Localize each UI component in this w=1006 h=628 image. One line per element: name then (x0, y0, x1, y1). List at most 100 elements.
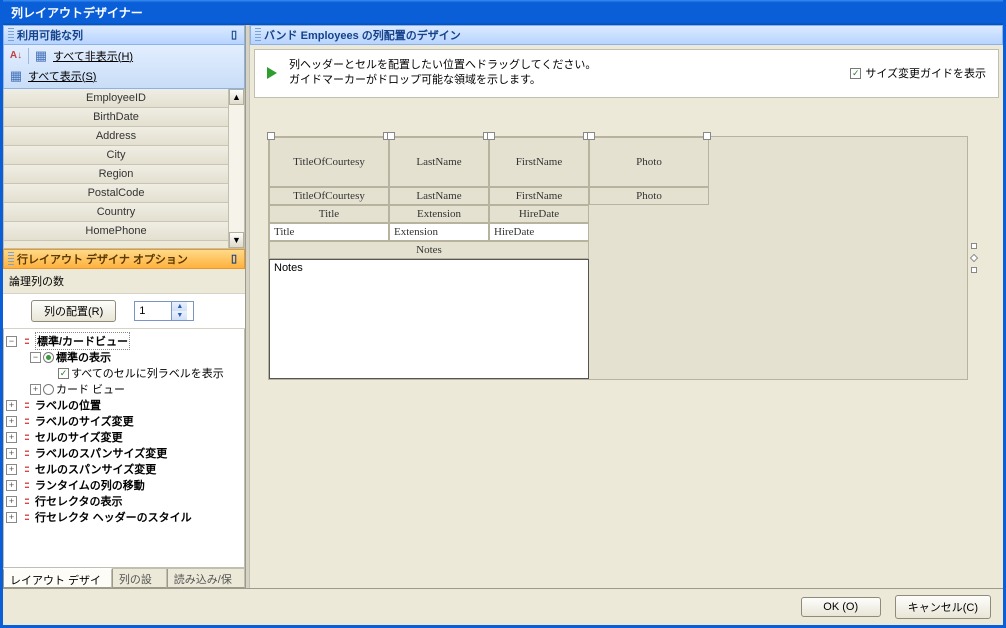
ok-button[interactable]: OK (O) (801, 597, 881, 617)
play-icon (267, 67, 277, 79)
column-count-spinner[interactable]: ▲ ▼ (134, 301, 194, 321)
column-item[interactable]: HomePhone (4, 222, 228, 241)
show-all-link[interactable]: すべて表示(S) (28, 68, 96, 84)
tab-load-save[interactable]: 読み込み/保存 (167, 569, 245, 588)
design-canvas[interactable]: TitleOfCourtesy LastName FirstName Photo… (254, 102, 999, 584)
tree-expand-icon[interactable]: + (6, 416, 17, 427)
spin-up-icon[interactable]: ▲ (171, 302, 187, 311)
list-icon: ::: (19, 415, 33, 427)
tree-item-label: セルのサイズ変更 (35, 429, 123, 445)
label-photo[interactable]: Photo (589, 187, 709, 205)
grid-icon: ▦ (33, 48, 49, 64)
list-icon: ::: (19, 479, 33, 491)
label-row-2: Title Extension HireDate (269, 205, 967, 223)
tree-item[interactable]: +:::セルのサイズ変更 (6, 429, 242, 445)
pin-icon[interactable]: ▯ (228, 253, 240, 265)
list-icon: ::: (19, 335, 33, 347)
card-view-label[interactable]: カード ビュー (56, 381, 125, 397)
tree-expand-icon[interactable]: + (6, 432, 17, 443)
tree-expand-icon[interactable]: + (6, 400, 17, 411)
checkbox-on-icon[interactable]: ✓ (58, 368, 69, 379)
scroll-up-button[interactable]: ▲ (229, 89, 244, 105)
tab-layout-design[interactable]: レイアウト デザイン (3, 568, 112, 588)
radio-on-icon[interactable] (43, 352, 54, 363)
column-item[interactable]: Country (4, 203, 228, 222)
tree-expand-icon[interactable]: + (6, 512, 17, 523)
checkbox-on-icon[interactable]: ✓ (850, 68, 861, 79)
input-extension[interactable]: Extension (389, 223, 489, 241)
hide-all-link[interactable]: すべて非表示(H) (53, 48, 133, 64)
tree-expand-icon[interactable]: + (6, 448, 17, 459)
column-scrollbar[interactable]: ▲ ▼ (228, 89, 244, 248)
tree-expand-icon[interactable]: + (6, 496, 17, 507)
main-splitter: 利用可能な列 ▯ A↓ ▦ すべて非表示(H) ▦ (3, 25, 1003, 589)
left-pane: 利用可能な列 ▯ A↓ ▦ すべて非表示(H) ▦ (3, 25, 246, 588)
input-title[interactable]: Title (269, 223, 389, 241)
tree-root-label[interactable]: 標準/カードビュー (35, 332, 130, 350)
tree-expand-icon[interactable]: + (6, 464, 17, 475)
notes-label-row: Notes (269, 241, 967, 259)
label-lastname[interactable]: LastName (389, 187, 489, 205)
available-columns-header: 利用可能な列 ▯ (3, 25, 245, 45)
grip-icon (8, 28, 14, 42)
tree-item[interactable]: +:::セルのスパンサイズ変更 (6, 461, 242, 477)
layout-block[interactable]: TitleOfCourtesy LastName FirstName Photo… (268, 136, 968, 380)
tree-item[interactable]: +:::ラベルのサイズ変更 (6, 413, 242, 429)
label-title[interactable]: Title (269, 205, 389, 223)
standard-view-label[interactable]: 標準の表示 (56, 349, 111, 365)
header-row: TitleOfCourtesy LastName FirstName Photo (269, 137, 967, 187)
window-title: 列レイアウトデザイナー (11, 4, 143, 21)
scroll-track[interactable] (229, 105, 244, 232)
label-hiredate[interactable]: HireDate (489, 205, 589, 223)
column-count-input[interactable] (135, 305, 171, 317)
cancel-button[interactable]: キャンセル(C) (895, 595, 991, 619)
label-notes[interactable]: Notes (269, 241, 589, 259)
column-item[interactable]: City (4, 146, 228, 165)
dialog-footer: OK (O) キャンセル(C) (3, 589, 1003, 625)
resize-handles[interactable] (971, 243, 977, 273)
label-extension[interactable]: Extension (389, 205, 489, 223)
header-photo[interactable]: Photo (589, 137, 709, 187)
tree-item[interactable]: +:::行セレクタ ヘッダーのスタイル (6, 509, 242, 525)
tree-item[interactable]: +:::ラベルの位置 (6, 397, 242, 413)
label-firstname[interactable]: FirstName (489, 187, 589, 205)
show-labels-label[interactable]: すべてのセルに列ラベルを表示 (71, 365, 224, 381)
tree-item-label: 行セレクタ ヘッダーのスタイル (35, 509, 192, 525)
label-titleofcourtesy[interactable]: TitleOfCourtesy (269, 187, 389, 205)
options-tree[interactable]: − ::: 標準/カードビュー − 標準の表示 ✓ すべてのセルに列ラベルを表示 (3, 329, 245, 568)
radio-off-icon[interactable] (43, 384, 54, 395)
header-firstname[interactable]: FirstName (489, 137, 589, 187)
designer-window: 列レイアウトデザイナー 利用可能な列 ▯ A↓ ▦ すべて (0, 0, 1006, 628)
spin-down-icon[interactable]: ▼ (171, 311, 187, 320)
columns-toolbar: A↓ ▦ すべて非表示(H) ▦ すべて表示(S) (3, 45, 245, 89)
guide-checkbox-row[interactable]: ✓ サイズ変更ガイドを表示 (850, 65, 986, 81)
input-notes[interactable]: Notes (269, 259, 589, 379)
column-item[interactable]: PostalCode (4, 184, 228, 203)
column-list[interactable]: EmployeeIDBirthDateAddressCityRegionPost… (4, 89, 228, 248)
design-header-text: バンド Employees の列配置のデザイン (264, 27, 461, 43)
list-icon: ::: (19, 447, 33, 459)
tree-collapse-icon[interactable]: − (6, 336, 17, 347)
scroll-down-button[interactable]: ▼ (229, 232, 244, 248)
column-item[interactable]: BirthDate (4, 108, 228, 127)
input-hiredate[interactable]: HireDate (489, 223, 589, 241)
tree-item[interactable]: +:::行セレクタの表示 (6, 493, 242, 509)
header-titleofcourtesy[interactable]: TitleOfCourtesy (269, 137, 389, 187)
tree-item[interactable]: +:::ラベルのスパンサイズ変更 (6, 445, 242, 461)
list-icon: ::: (19, 399, 33, 411)
tree-item[interactable]: +:::ランタイムの列の移動 (6, 477, 242, 493)
list-icon: ::: (19, 495, 33, 507)
tree-expand-icon[interactable]: + (6, 480, 17, 491)
pin-icon[interactable]: ▯ (228, 29, 240, 41)
option-controls: 列の配置(R) ▲ ▼ (3, 294, 245, 329)
column-item[interactable]: Region (4, 165, 228, 184)
tab-column-settings[interactable]: 列の設定 (112, 569, 167, 588)
sort-az-icon[interactable]: A↓ (8, 48, 24, 64)
column-item[interactable]: EmployeeID (4, 89, 228, 108)
header-lastname[interactable]: LastName (389, 137, 489, 187)
arrange-columns-button[interactable]: 列の配置(R) (31, 300, 116, 322)
tree-expand-icon[interactable]: + (30, 384, 41, 395)
list-icon: ::: (19, 431, 33, 443)
tree-collapse-icon[interactable]: − (30, 352, 41, 363)
column-item[interactable]: Address (4, 127, 228, 146)
